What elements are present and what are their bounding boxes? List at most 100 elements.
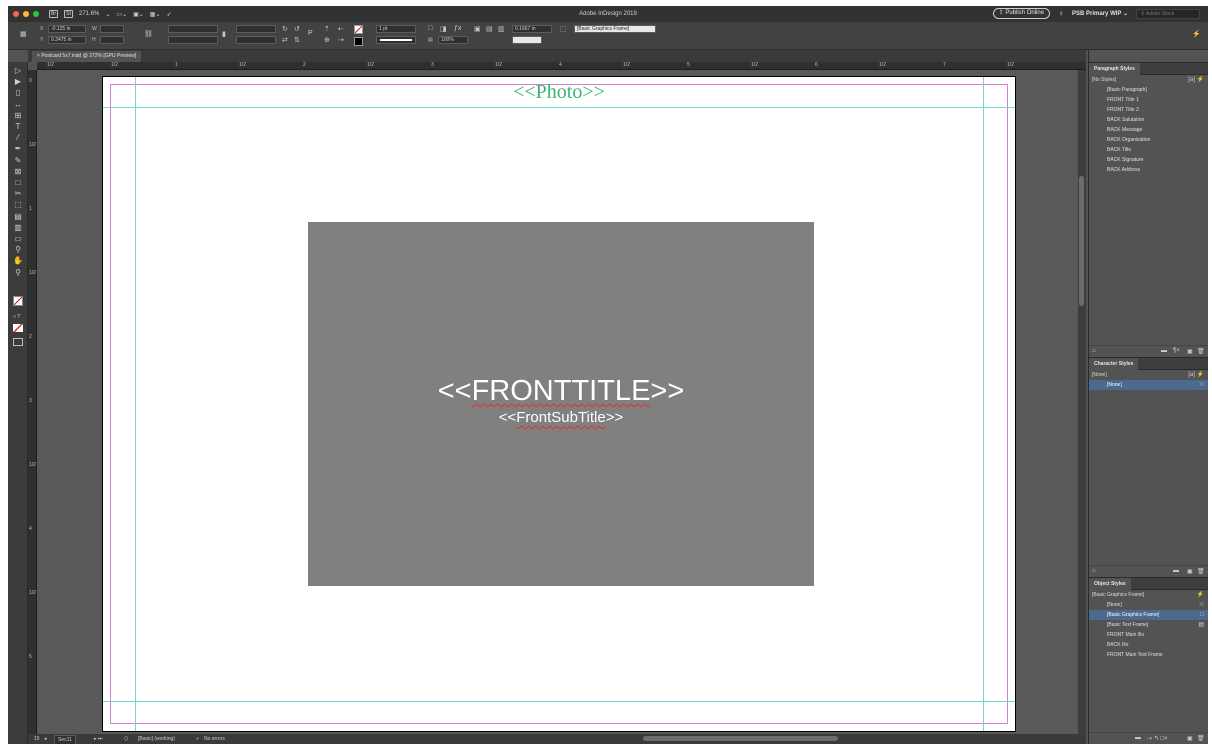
text-wrap-icon[interactable]: ▣ [474,25,481,33]
stroke-swatch[interactable] [354,37,363,46]
rotate-cw-icon[interactable]: ↻ [282,25,288,33]
page-number-field[interactable]: 15 [34,735,40,743]
preflight-errors[interactable]: No errors [204,735,225,743]
front-title-text[interactable]: <<FRONTTITLE>> [308,375,814,408]
flip-horizontal-icon[interactable]: ⇄ [282,36,288,44]
link-icon[interactable]: ▮ [222,30,226,38]
document-tab[interactable]: × Postcard 5x7.indd @ 272% [GPU Preview] [32,51,142,62]
opacity-field[interactable]: 100% [438,36,468,44]
object-styles-tab[interactable]: Object Styles [1089,578,1131,590]
front-graphic-frame[interactable]: <<FRONTTITLE>> <<FrontSubTitle>> [308,222,814,586]
paragraph-style-item[interactable]: FRONT Title 2 [1089,105,1208,115]
fitting-swatch[interactable] [512,36,542,44]
object-style-item[interactable]: [None] ⤫ [1089,600,1208,610]
preflight-profile[interactable]: [Basic] (working) [138,735,175,743]
scale-x-field[interactable] [168,25,218,33]
send-icon[interactable]: ➶ [167,11,172,18]
fill-none-swatch[interactable] [354,25,363,34]
close-window-button[interactable] [13,11,19,17]
y-position-field[interactable]: 0.3475 in [48,36,86,44]
note-tool-icon[interactable]: ▭ [12,234,24,244]
object-style-item[interactable]: [Basic Text Frame] ▤ [1089,620,1208,630]
lightning-icon[interactable]: ⚡ [1197,590,1204,600]
lightbulb-icon[interactable]: ♀ [1058,9,1064,18]
style-group-icon[interactable]: ⌂ [1092,348,1096,354]
screen-mode-icon[interactable]: ▣⌄ [133,11,144,18]
fx-icon[interactable]: ƒx [454,25,461,32]
panel-menu-icon[interactable]: ⚡ [1192,30,1201,38]
clear-overrides-icon[interactable]: ⇢ ↰ □× [1147,735,1168,742]
guide-right[interactable] [983,77,984,731]
zoom-tool-icon[interactable]: ⚲ [12,268,24,278]
paragraph-styles-tab[interactable]: Paragraph Styles [1089,63,1140,75]
select-container-icon[interactable]: ⇡ [324,25,330,33]
free-transform-tool-icon[interactable]: ⬚ [12,200,24,210]
eyedropper-tool-icon[interactable]: ⚲ [12,245,24,255]
paragraph-style-item[interactable]: FRONT Title 1 [1089,95,1208,105]
stroke-type-dropdown[interactable] [376,36,416,44]
select-previous-icon[interactable]: ⇠ [338,25,344,33]
pencil-tool-icon[interactable]: ✎ [12,156,24,166]
object-style-item[interactable]: FRONT Main Text Frame [1089,650,1208,660]
new-style-icon[interactable]: ▣ [1187,348,1193,355]
gradient-feather-tool-icon[interactable]: ▥ [12,223,24,233]
document-page[interactable]: <<Photo>> <<FRONTTITLE>> <<FrontSubTitle… [102,76,1016,732]
paragraph-style-item[interactable]: [Basic Paragraph] [1089,85,1208,95]
folder-icon[interactable]: ▬ [1135,735,1141,741]
rotation-field[interactable] [236,25,276,33]
character-style-item[interactable]: [None] ⤫ [1089,380,1208,390]
type-tool-icon[interactable]: T [12,122,24,132]
folder-icon[interactable]: ▬ [1173,568,1179,574]
line-tool-icon[interactable]: ⁄ [12,133,24,143]
scissors-tool-icon[interactable]: ✂ [12,189,24,199]
new-style-icon[interactable]: ▣ [1187,735,1193,742]
flip-vertical-icon[interactable]: ⇅ [294,36,300,44]
constrain-proportions-icon[interactable]: ⛓ [144,30,153,38]
selection-tool-icon[interactable]: ▷ [12,66,24,76]
content-collector-icon[interactable]: ⊞ [12,111,24,121]
object-style-item[interactable]: FRONT Main Illo [1089,630,1208,640]
object-style-item[interactable]: BACK Illo [1089,640,1208,650]
gap-field[interactable]: 0.1667 in [512,25,552,33]
width-field[interactable] [100,25,124,33]
horizontal-ruler[interactable]: 1/2 1/2 1 1/2 2 1/2 3 1/2 4 1/2 5 1/2 6 1/2 7 1/2 [37,62,1086,70]
bridge-icon[interactable]: Br [49,10,58,18]
select-content-icon[interactable]: ⊕ [324,36,330,44]
vertical-scroll-thumb[interactable] [1079,176,1084,306]
distribute-icon[interactable]: ▥ [498,25,505,33]
view-options-icon[interactable]: ▭⌄ [116,11,127,18]
x-position-field[interactable]: -0.125 in [48,25,86,33]
object-style-item[interactable]: [Basic Graphics Frame] □ [1089,610,1208,620]
frame-fitting-icon[interactable]: ⬚ [560,25,567,33]
rectangle-tool-icon[interactable]: □ [12,178,24,188]
chevron-down-icon[interactable]: ⌄ [105,11,110,18]
publish-online-button[interactable]: ⇪ Publish Online [992,8,1051,19]
vertical-scrollbar[interactable] [1078,70,1086,734]
adobe-stock-search-input[interactable]: ⚲ Adobe Stock [1136,8,1200,19]
screen-mode-icon[interactable] [13,338,23,346]
pen-tool-icon[interactable]: ✒ [12,144,24,154]
new-char-style-icon[interactable]: [a] ⚡ [1188,370,1204,380]
style-group-icon[interactable]: ⌂ [1092,568,1096,574]
pasteboard[interactable]: <<Photo>> <<FRONTTITLE>> <<FrontSubTitle… [37,70,1086,734]
paragraph-style-item[interactable]: BACK Title [1089,145,1208,155]
shear-field[interactable] [236,36,276,44]
zoom-window-button[interactable] [33,11,39,17]
trash-icon[interactable]: 🗑 [1197,348,1205,355]
vertical-ruler[interactable]: 0 1/2 1 1/2 2 3 1/2 4 1/2 5 [28,70,37,734]
stock-icon[interactable]: St [64,10,73,18]
page-tool-icon[interactable]: ▯ [12,88,24,98]
direct-selection-tool-icon[interactable]: ▶ [12,77,24,87]
align-center-icon[interactable]: ▤ [486,25,493,33]
paragraph-style-item[interactable]: BACK Message [1089,125,1208,135]
gradient-swatch-tool-icon[interactable]: ▤ [12,212,24,222]
reference-point-icon[interactable]: ▦ [20,30,27,38]
paragraph-style-item[interactable]: BACK Address [1089,165,1208,175]
guide-bottom[interactable] [103,701,1015,702]
hand-tool-icon[interactable]: ✋ [12,256,24,266]
minimize-window-button[interactable] [23,11,29,17]
next-page-icon[interactable]: ▸ ⏭ [94,735,102,743]
zoom-level[interactable]: 271.6% [79,11,99,17]
gap-tool-icon[interactable]: ↔ [12,100,24,110]
rotate-ccw-icon[interactable]: ↺ [294,25,300,33]
